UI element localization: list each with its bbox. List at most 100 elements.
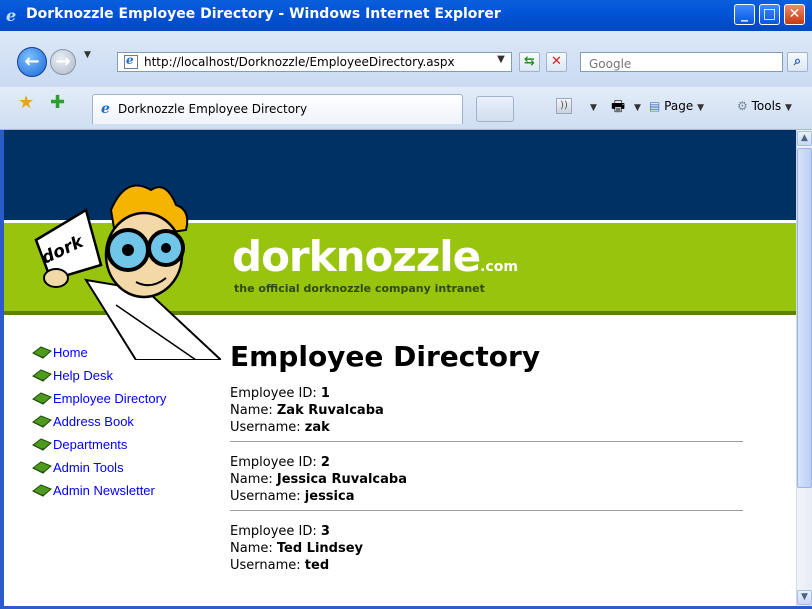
- refresh-icon: ⇆: [524, 54, 535, 69]
- close-button[interactable]: ✕: [784, 4, 805, 25]
- refresh-button[interactable]: ⇆: [519, 52, 540, 72]
- minimize-button[interactable]: _: [734, 4, 755, 25]
- stop-button[interactable]: ✕: [546, 52, 567, 72]
- employee-id-row: Employee ID: 2: [230, 454, 750, 471]
- employee-name-row: Name: Zak Ruvalcaba: [230, 402, 750, 419]
- page-title: Employee Directory: [230, 340, 541, 373]
- book-icon: [32, 415, 52, 428]
- tools-menu-button[interactable]: ⚙ Tools ▼: [737, 99, 792, 113]
- stop-icon: ✕: [551, 54, 562, 69]
- address-bar[interactable]: e http://localhost/Dorknozzle/EmployeeDi…: [117, 52, 512, 72]
- sidebar-item-label: Admin Newsletter: [53, 483, 155, 498]
- main-content: Employee Directory Employee ID: 1 Name: …: [230, 340, 750, 574]
- print-icon[interactable]: 🖶: [611, 96, 625, 121]
- search-input[interactable]: [587, 55, 781, 73]
- tab-dorknozzle[interactable]: e Dorknozzle Employee Directory: [92, 94, 463, 124]
- scroll-up-button[interactable]: ▲: [797, 131, 812, 146]
- back-button[interactable]: ←: [17, 47, 47, 77]
- employee-record: Employee ID: 1 Name: Zak Ruvalcaba Usern…: [230, 385, 750, 436]
- site-logo-text: dorknozzle.com: [232, 232, 518, 281]
- title-bar: e Dorknozzle Employee Directory - Window…: [0, 0, 812, 31]
- sidebar-item-label: Admin Tools: [53, 460, 124, 475]
- employee-username-value: zak: [304, 420, 330, 435]
- chevron-down-icon: ▼: [801, 592, 808, 602]
- close-icon: ✕: [788, 6, 801, 22]
- feeds-icon[interactable]: )): [556, 98, 572, 114]
- scroll-thumb[interactable]: [797, 148, 812, 488]
- employee-name-row: Name: Jessica Ruvalcaba: [230, 471, 750, 488]
- sidebar-item-employee-directory[interactable]: Employee Directory: [32, 390, 166, 413]
- sidebar-item-departments[interactable]: Departments: [32, 436, 166, 459]
- book-icon: [32, 392, 52, 405]
- employee-id-label: Employee ID:: [230, 455, 317, 470]
- book-icon: [32, 484, 52, 497]
- page-favicon-icon: e: [124, 53, 138, 69]
- address-dropdown-icon[interactable]: ▼: [494, 54, 508, 70]
- page-icon: ▤: [649, 99, 661, 113]
- employee-id-label: Employee ID:: [230, 386, 317, 401]
- book-icon: [32, 369, 52, 382]
- ie-logo-icon: e: [6, 6, 17, 25]
- employee-id-value: 2: [320, 455, 330, 470]
- sidebar-item-admin-newsletter[interactable]: Admin Newsletter: [32, 482, 166, 505]
- sidebar-item-label: Departments: [53, 437, 128, 452]
- maximize-button[interactable]: □: [759, 4, 780, 25]
- sidebar-item-label: Address Book: [53, 414, 134, 429]
- vertical-scrollbar[interactable]: ▲ ▼: [796, 130, 812, 606]
- employee-username-value: ted: [304, 558, 330, 573]
- search-box[interactable]: [580, 52, 783, 73]
- employee-name-label: Name:: [230, 541, 273, 556]
- record-separator: [230, 510, 743, 511]
- feeds-dropdown-icon[interactable]: ▼: [590, 99, 597, 113]
- book-icon: [32, 461, 52, 474]
- print-dropdown-icon[interactable]: ▼: [634, 99, 641, 113]
- forward-button[interactable]: →: [50, 49, 76, 75]
- dork-mascot-icon: dork: [34, 184, 221, 360]
- maximize-icon: □: [762, 6, 777, 22]
- gear-icon: ⚙: [737, 99, 748, 113]
- page-menu-button[interactable]: ▤ Page ▼: [649, 99, 704, 113]
- sidebar-item-home[interactable]: Home: [32, 344, 166, 367]
- site-tagline: the official dorknozzle company intranet: [234, 282, 485, 295]
- brand-suffix: .com: [480, 259, 518, 275]
- history-dropdown-icon[interactable]: ▼: [84, 50, 91, 60]
- sidebar-item-label: Home: [53, 345, 88, 360]
- search-icon: ⌕: [793, 54, 802, 69]
- sidebar-item-address-book[interactable]: Address Book: [32, 413, 166, 436]
- employee-id-label: Employee ID:: [230, 524, 317, 539]
- address-url[interactable]: http://localhost/Dorknozzle/EmployeeDire…: [144, 55, 455, 69]
- window-title: Dorknozzle Employee Directory - Windows …: [26, 6, 501, 22]
- brand-name: dorknozzle: [232, 232, 481, 281]
- employee-name-value: Zak Ruvalcaba: [276, 403, 384, 418]
- employee-username-label: Username:: [230, 489, 301, 504]
- tab-favicon-icon: e: [101, 101, 110, 117]
- tools-menu-label: Tools: [751, 99, 782, 113]
- sidebar-item-label: Help Desk: [53, 368, 113, 383]
- page-viewport[interactable]: dorknozzle.com the official dorknozzle c…: [4, 130, 796, 606]
- search-button[interactable]: ⌕: [787, 52, 808, 72]
- favorites-star-icon[interactable]: ★: [18, 92, 34, 113]
- sidebar-item-help-desk[interactable]: Help Desk: [32, 367, 166, 390]
- back-arrow-icon: ←: [24, 51, 40, 72]
- new-tab-button[interactable]: [476, 96, 514, 122]
- employee-username-label: Username:: [230, 558, 301, 573]
- chevron-up-icon: ▲: [801, 133, 808, 143]
- employee-id-row: Employee ID: 1: [230, 385, 750, 402]
- employee-id-value: 3: [320, 524, 330, 539]
- employee-name-label: Name:: [230, 403, 273, 418]
- add-favorite-icon[interactable]: ✚: [50, 92, 65, 113]
- sidebar-nav: Home Help Desk Employee Directory Addres…: [32, 344, 166, 505]
- book-icon: [32, 438, 52, 451]
- employee-name-value: Ted Lindsey: [276, 541, 363, 556]
- employee-record: Employee ID: 3 Name: Ted Lindsey Usernam…: [230, 523, 750, 574]
- employee-name-value: Jessica Ruvalcaba: [276, 472, 407, 487]
- employee-username-row: Username: zak: [230, 419, 750, 436]
- employee-username-row: Username: ted: [230, 557, 750, 574]
- tab-label: Dorknozzle Employee Directory: [118, 102, 308, 116]
- sidebar-item-admin-tools[interactable]: Admin Tools: [32, 459, 166, 482]
- employee-record: Employee ID: 2 Name: Jessica Ruvalcaba U…: [230, 454, 750, 505]
- scroll-down-button[interactable]: ▼: [797, 590, 812, 605]
- page-menu-label: Page: [664, 99, 694, 113]
- forward-arrow-icon: →: [55, 51, 71, 72]
- employee-username-row: Username: jessica: [230, 488, 750, 505]
